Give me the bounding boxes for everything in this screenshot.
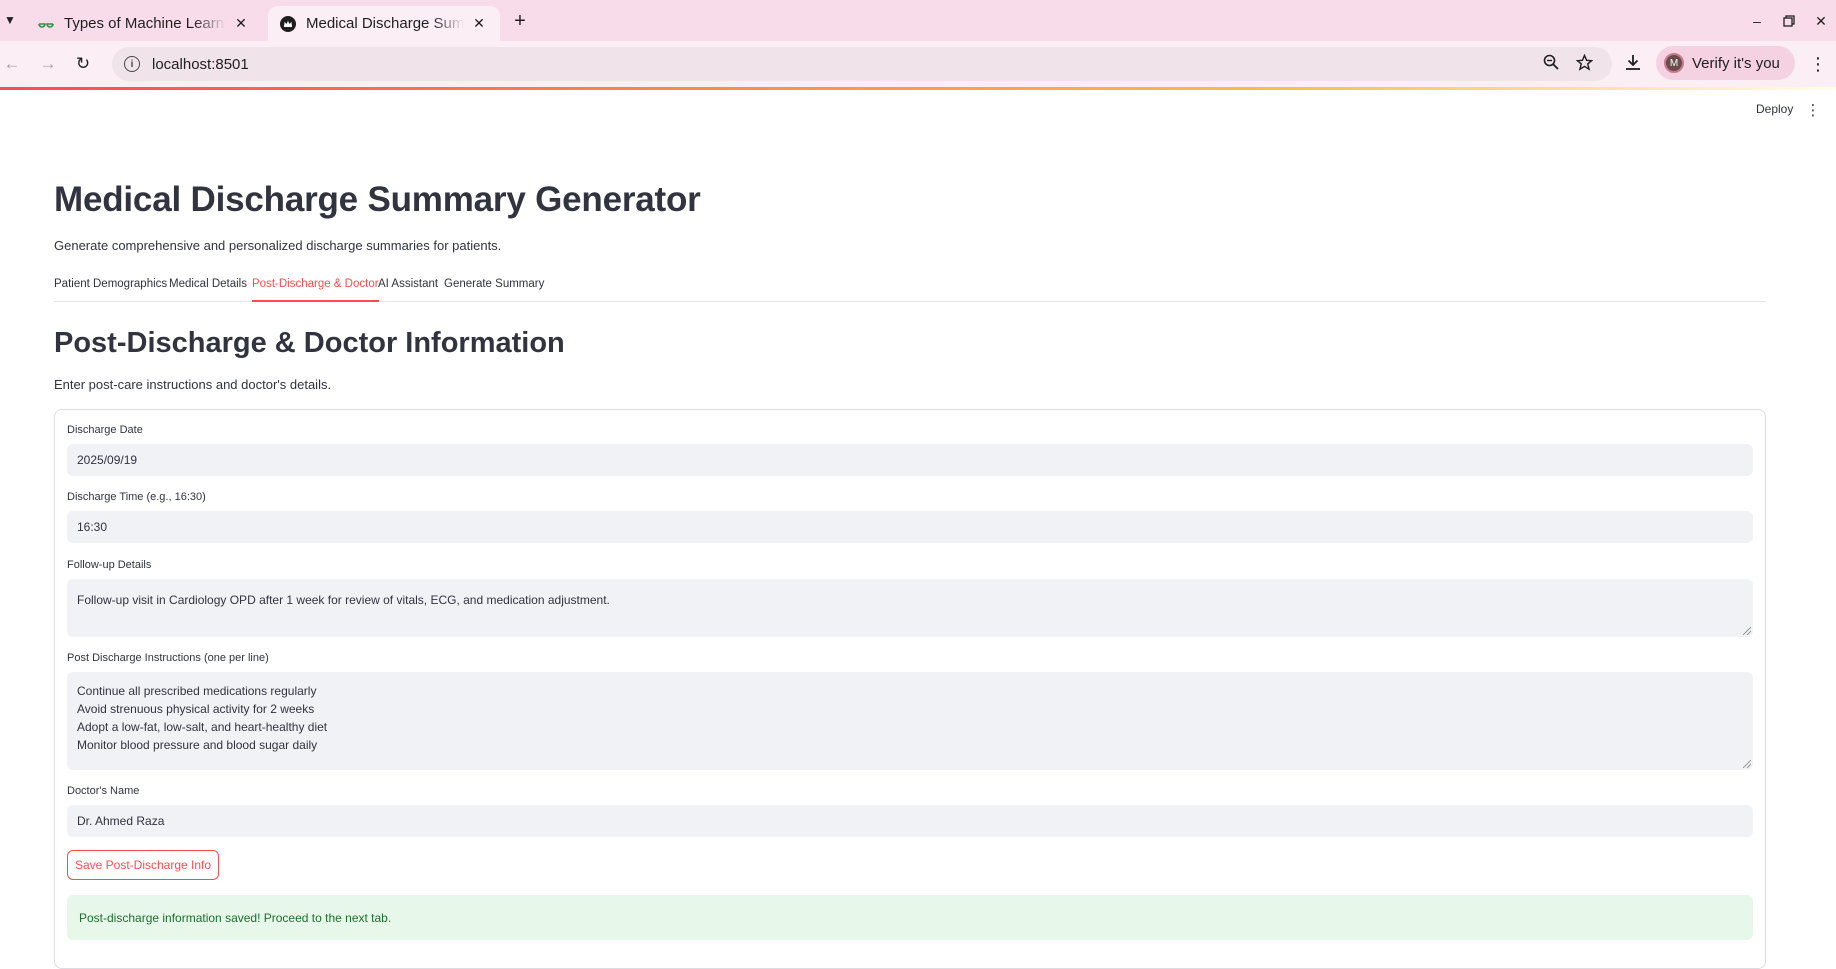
minimize-icon[interactable]: – bbox=[1745, 10, 1769, 32]
tab-generate-summary[interactable]: Generate Summary bbox=[444, 278, 544, 302]
back-arrow-icon[interactable]: ← bbox=[0, 52, 24, 76]
page-subtitle: Generate comprehensive and personalized … bbox=[54, 238, 502, 253]
download-icon[interactable] bbox=[1620, 49, 1646, 75]
tab-title: Types of Machine Learning bbox=[64, 15, 226, 32]
discharge-time-value: 16:30 bbox=[77, 520, 108, 534]
resize-handle-icon[interactable] bbox=[1743, 760, 1751, 768]
forward-arrow-icon[interactable]: → bbox=[36, 52, 60, 76]
profile-label: Verify it's you bbox=[1692, 54, 1780, 72]
doctor-name-label: Doctor's Name bbox=[67, 785, 140, 797]
reload-icon[interactable]: ↻ bbox=[71, 52, 95, 76]
browser-tab-types-of-ml[interactable]: Types of Machine Learning ✕ bbox=[26, 6, 262, 41]
discharge-date-input[interactable]: 2025/09/19 bbox=[67, 444, 1753, 476]
browser-menu-icon[interactable]: ⋮ bbox=[1808, 52, 1828, 76]
address-bar[interactable]: i localhost:8501 bbox=[112, 47, 1612, 81]
tab-ai-assistant[interactable]: AI Assistant bbox=[378, 278, 438, 302]
post-discharge-form: Discharge Date 2025/09/19 Discharge Time… bbox=[54, 409, 1766, 969]
save-post-discharge-button[interactable]: Save Post-Discharge Info bbox=[67, 850, 219, 880]
streamlit-crown-icon bbox=[280, 15, 296, 32]
doctor-name-value: Dr. Ahmed Raza bbox=[77, 814, 165, 828]
address-url[interactable]: localhost:8501 bbox=[152, 56, 249, 73]
section-title: Post-Discharge & Doctor Information bbox=[54, 327, 565, 359]
tab-medical-details[interactable]: Medical Details bbox=[169, 278, 247, 302]
avatar: M bbox=[1664, 53, 1684, 73]
discharge-date-label: Discharge Date bbox=[67, 424, 143, 436]
tab-search-chevron-icon[interactable]: ▼ bbox=[0, 8, 20, 32]
browser-tab-medical-discharge[interactable]: Medical Discharge Summary Generator ✕ bbox=[268, 6, 500, 41]
instruction-line: Monitor blood pressure and blood sugar d… bbox=[77, 738, 318, 752]
doctor-name-input[interactable]: Dr. Ahmed Raza bbox=[67, 805, 1753, 837]
close-window-icon[interactable]: ✕ bbox=[1809, 10, 1833, 32]
deploy-button[interactable]: Deploy bbox=[1756, 102, 1793, 116]
browser-toolbar: ← → ↻ i localhost:8501 M Verify it's you… bbox=[0, 41, 1836, 87]
discharge-date-value: 2025/09/19 bbox=[77, 453, 138, 467]
success-message: Post-discharge information saved! Procee… bbox=[79, 910, 392, 925]
site-info-icon[interactable]: i bbox=[124, 56, 140, 72]
close-icon[interactable]: ✕ bbox=[232, 15, 250, 33]
instruction-line: Continue all prescribed medications regu… bbox=[77, 684, 317, 698]
instruction-line: Avoid strenuous physical activity for 2 … bbox=[77, 702, 315, 716]
page-title: Medical Discharge Summary Generator bbox=[54, 180, 701, 219]
close-icon[interactable]: ✕ bbox=[470, 15, 488, 33]
tab-patient-demographics[interactable]: Patient Demographics bbox=[54, 278, 167, 302]
follow-up-label: Follow-up Details bbox=[67, 559, 152, 571]
restore-icon[interactable] bbox=[1777, 10, 1801, 32]
profile-verify-button[interactable]: M Verify it's you bbox=[1656, 46, 1795, 80]
follow-up-value: Follow-up visit in Cardiology OPD after … bbox=[77, 593, 610, 607]
discharge-time-label: Discharge Time (e.g., 16:30) bbox=[67, 491, 206, 503]
instructions-textarea[interactable]: Continue all prescribed medications regu… bbox=[67, 672, 1753, 770]
streamlit-decoration-bar bbox=[0, 87, 1836, 90]
follow-up-textarea[interactable]: Follow-up visit in Cardiology OPD after … bbox=[67, 579, 1753, 637]
resize-handle-icon[interactable] bbox=[1743, 627, 1751, 635]
zoom-icon[interactable] bbox=[1538, 49, 1564, 75]
tab-title: Medical Discharge Summary Generator bbox=[306, 15, 464, 32]
new-tab-plus-icon[interactable]: + bbox=[508, 9, 532, 33]
section-description: Enter post-care instructions and doctor'… bbox=[54, 377, 332, 392]
discharge-time-input[interactable]: 16:30 bbox=[67, 511, 1753, 543]
instructions-label: Post Discharge Instructions (one per lin… bbox=[67, 652, 269, 664]
success-alert: Post-discharge information saved! Procee… bbox=[67, 895, 1753, 940]
geeksforgeeks-icon bbox=[38, 16, 54, 32]
bookmark-star-icon[interactable] bbox=[1571, 49, 1597, 75]
browser-tab-strip: ▼ Types of Machine Learning ✕ Medical Di… bbox=[0, 0, 1836, 41]
tab-post-discharge-doctor[interactable]: Post-Discharge & Doctor bbox=[252, 278, 379, 302]
section-tabs: Patient Demographics Medical Details Pos… bbox=[54, 274, 1766, 302]
app-menu-icon[interactable]: ⋮ bbox=[1805, 101, 1821, 119]
instruction-line: Adopt a low-fat, low-salt, and heart-hea… bbox=[77, 720, 328, 734]
